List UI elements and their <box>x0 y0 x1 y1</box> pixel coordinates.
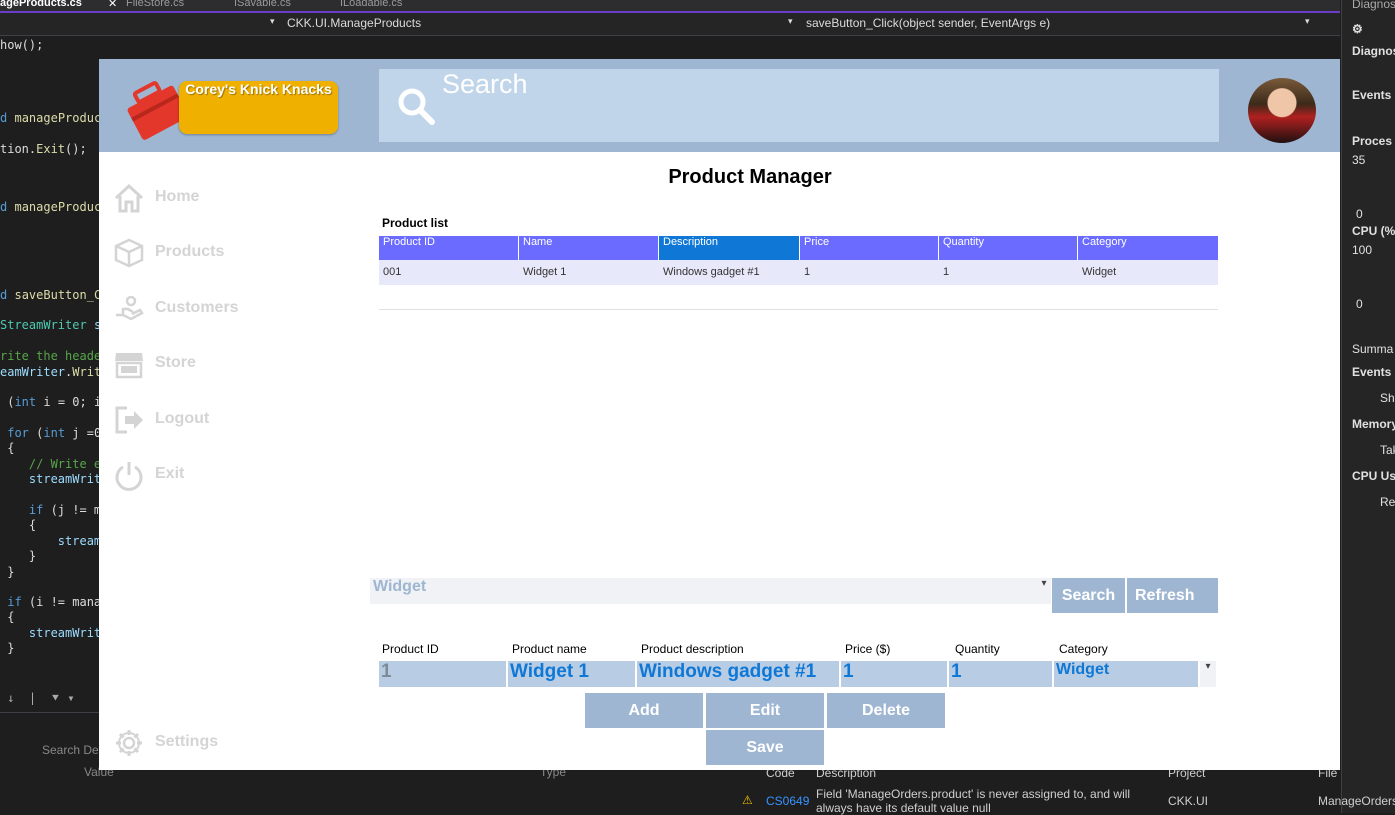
grid-header-row: Product ID Name Description Price Quanti… <box>379 236 1218 260</box>
ide-tab-strip: ageProducts.cs ✕ FileStore.cs ISavable.c… <box>0 0 1340 13</box>
avatar[interactable] <box>1248 78 1316 143</box>
save-button[interactable]: Save <box>706 730 824 765</box>
product-description-label: Product description <box>641 642 744 656</box>
code-editor[interactable]: how(); d manageProduct tion.Exit(); d ma… <box>0 36 108 712</box>
chevron-down-icon[interactable]: ▾ <box>1200 661 1216 687</box>
price-field[interactable]: 1 <box>841 661 947 687</box>
nav-settings[interactable]: Settings <box>113 723 313 763</box>
nav-exit[interactable]: Exit <box>113 455 313 495</box>
ide-tab-filestore[interactable]: FileStore.cs <box>126 0 184 9</box>
category-select[interactable]: Widget <box>1054 661 1198 687</box>
grid-header-category[interactable]: Category <box>1078 236 1218 260</box>
ide-tab-close-icon[interactable]: ✕ <box>108 0 117 10</box>
error-code-link[interactable]: CS0649 <box>766 794 809 808</box>
delete-button[interactable]: Delete <box>827 693 945 728</box>
chevron-down-icon[interactable]: ▾ <box>1037 578 1051 604</box>
product-grid[interactable]: Product ID Name Description Price Quanti… <box>379 236 1218 285</box>
table-cell: Widget <box>1082 266 1117 278</box>
hand-icon <box>116 295 144 321</box>
nav-home[interactable]: Home <box>113 178 313 218</box>
add-button[interactable]: Add <box>585 693 703 728</box>
edit-button[interactable]: Edit <box>706 693 824 728</box>
nav-store[interactable]: Store <box>113 344 313 384</box>
search-bar[interactable]: Search <box>379 69 1219 142</box>
table-cell: 1 <box>804 266 811 278</box>
divider <box>379 309 1218 310</box>
product-id-label: Product ID <box>382 642 439 656</box>
nav-customers[interactable]: Customers <box>113 289 313 329</box>
ide-tab-manageproducts[interactable]: ageProducts.cs <box>0 0 82 9</box>
grid-header-quantity[interactable]: Quantity <box>939 236 1078 260</box>
product-list-caption: Product list <box>382 216 449 230</box>
refresh-button[interactable]: Refresh <box>1127 578 1218 613</box>
table-row[interactable]: 001 Widget 1 Windows gadget #1 1 1 Widge… <box>379 260 1218 285</box>
product-name-label: Product name <box>512 642 587 656</box>
grid-header-description[interactable]: Description <box>659 236 800 260</box>
home-icon <box>114 183 144 213</box>
ide-tab-isavable[interactable]: ISavable.cs <box>234 0 291 9</box>
table-cell: Widget 1 <box>523 266 567 278</box>
grid-header-price[interactable]: Price <box>800 236 939 260</box>
category-filter-select[interactable]: Widget <box>370 578 1051 604</box>
product-description-field[interactable]: Windows gadget #1 <box>637 661 839 687</box>
quantity-label: Quantity <box>955 642 1000 656</box>
search-input[interactable]: Search <box>442 69 528 100</box>
gear-icon[interactable]: ⚙ <box>1352 22 1363 36</box>
table-cell: 001 <box>383 266 402 278</box>
grid-header-name[interactable]: Name <box>519 236 659 260</box>
search-button[interactable]: Search <box>1052 578 1125 613</box>
nav-products[interactable]: Products <box>113 233 313 273</box>
chevron-down-icon[interactable]: ▾ <box>788 16 793 32</box>
diagnostics-panel: Diagnost ⚙ Diagnos Events Proces 35 0 CP… <box>1341 0 1395 813</box>
ide-member-selector[interactable]: saveButton_Click(object sender, EventArg… <box>806 16 1050 32</box>
box-icon <box>114 238 144 268</box>
toolbox-logo-icon <box>127 71 189 143</box>
product-name-field[interactable]: Widget 1 <box>508 661 635 687</box>
app-window: Corey's Knick Knacks Search Home Product… <box>99 59 1340 770</box>
locals-search-input[interactable]: Search Dep <box>42 743 105 757</box>
power-icon <box>115 462 143 491</box>
table-cell: Windows gadget #1 <box>663 266 760 278</box>
logo[interactable]: Corey's Knick Knacks <box>179 81 338 134</box>
gear-icon <box>116 730 142 756</box>
chevron-down-icon[interactable]: ▾ <box>1305 16 1310 32</box>
ide-tab-iloadable[interactable]: ILoadable.cs <box>340 0 402 9</box>
category-label: Category <box>1059 642 1108 656</box>
nav-logout[interactable]: Logout <box>113 400 313 440</box>
search-icon <box>398 88 435 125</box>
page-title: Product Manager <box>668 166 832 188</box>
ide-navigation-bar: ▾ CKK.UI.ManageProducts ▾ saveButton_Cli… <box>0 13 1340 36</box>
store-icon <box>115 353 143 379</box>
logout-icon <box>115 406 143 434</box>
product-id-field[interactable]: 1 <box>379 661 506 687</box>
ide-class-selector[interactable]: CKK.UI.ManageProducts <box>287 16 421 32</box>
quantity-field[interactable]: 1 <box>949 661 1052 687</box>
warning-icon: ⚠ <box>742 793 753 807</box>
chevron-down-icon[interactable]: ▾ <box>270 16 275 32</box>
table-cell: 1 <box>943 266 950 278</box>
price-label: Price ($) <box>845 642 891 656</box>
grid-header-product-id[interactable]: Product ID <box>379 236 519 260</box>
